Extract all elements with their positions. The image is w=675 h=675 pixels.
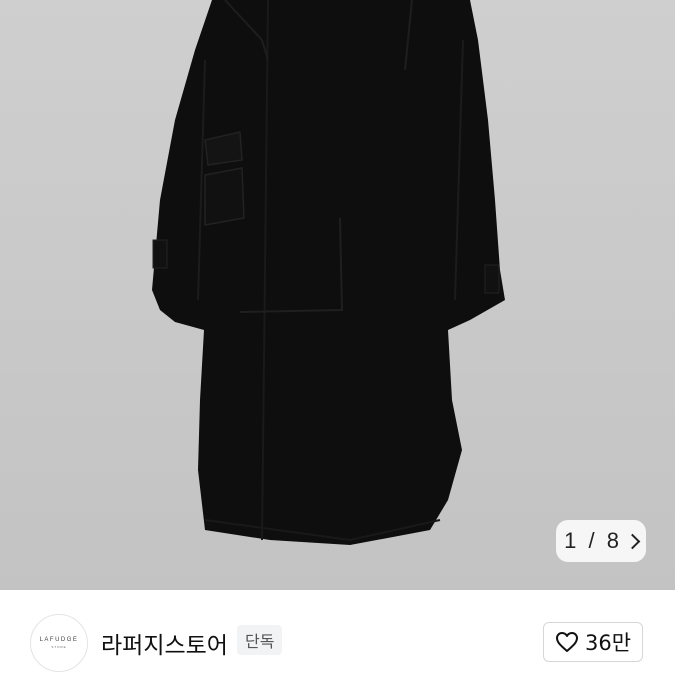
pager-text: 1 / 8 (564, 528, 619, 554)
shop-avatar[interactable]: LAFUDGE STORE (30, 614, 88, 672)
logo-subtext: STORE (51, 645, 67, 649)
product-image[interactable] (0, 0, 675, 590)
logo-text: LAFUDGE (39, 637, 79, 643)
heart-icon (555, 632, 578, 652)
right-cuff-tab (484, 264, 500, 294)
chevron-right-icon[interactable] (624, 533, 641, 549)
side-pocket-flap (204, 167, 245, 226)
exclusive-badge: 단독 (237, 625, 283, 655)
like-button[interactable]: 36만 (543, 622, 643, 662)
pager-current: 1 (564, 528, 577, 553)
like-count: 36만 (584, 631, 632, 655)
left-cuff-tab (152, 239, 168, 269)
pager-total: 8 (606, 528, 619, 553)
shop-name[interactable]: 라퍼지스토어 (101, 626, 228, 660)
image-pager[interactable]: 1 / 8 (556, 520, 646, 562)
coat-illustration (0, 0, 675, 590)
pager-separator: / (588, 528, 595, 553)
